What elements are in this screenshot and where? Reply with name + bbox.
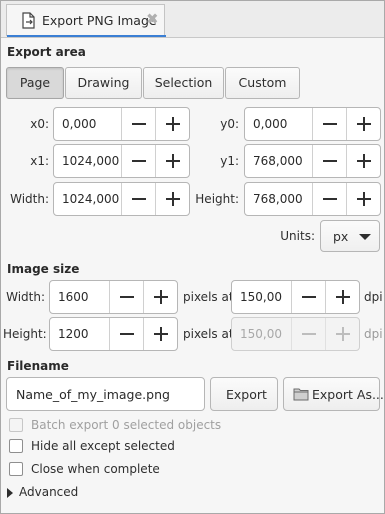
folder-icon	[293, 388, 309, 401]
y1-spinbutton[interactable]: 768,000	[244, 144, 381, 178]
y1-decrement-button[interactable]	[312, 145, 346, 177]
area-height-increment-button[interactable]	[346, 183, 380, 215]
y1-increment-button[interactable]	[346, 145, 380, 177]
y0-decrement-button[interactable]	[312, 108, 346, 140]
tab-export-png[interactable]: Export PNG Image ✖	[6, 4, 166, 37]
area-height-label: Height:	[195, 192, 239, 206]
y0-increment-button[interactable]	[346, 108, 380, 140]
export-area-title: Export area	[7, 45, 86, 59]
area-width-increment-button[interactable]	[155, 183, 189, 215]
image-height-decrement-button[interactable]	[109, 318, 143, 350]
units-label: Units:	[280, 229, 315, 243]
hide-all-checkbox[interactable]	[9, 439, 23, 453]
area-height-spinbutton[interactable]: 768,000	[244, 182, 381, 216]
image-size-title: Image size	[7, 262, 80, 276]
filename-input[interactable]: Name_of_my_image.png	[6, 377, 205, 411]
y1-value: 768,000	[253, 154, 303, 168]
mode-page-button[interactable]: Page	[6, 67, 64, 99]
x1-value: 1024,000	[62, 154, 120, 168]
x1-increment-button[interactable]	[155, 145, 189, 177]
export-as-button-label: Export As...	[312, 387, 384, 402]
image-width-increment-button[interactable]	[143, 281, 177, 313]
image-height-increment-button[interactable]	[143, 318, 177, 350]
x1-spinbutton[interactable]: 1024,000	[53, 144, 190, 178]
close-when-complete-checkbox[interactable]	[9, 462, 23, 476]
batch-export-label: Batch export 0 selected objects	[31, 418, 222, 432]
area-width-label: Width:	[10, 192, 49, 206]
close-icon[interactable]: ✖	[146, 12, 159, 27]
dpi-y-unit-label: dpi	[364, 327, 383, 341]
image-width-value: 1600	[58, 290, 89, 304]
image-width-decrement-button[interactable]	[109, 281, 143, 313]
area-width-value: 1024,000	[62, 192, 120, 206]
dpi-x-unit-label: dpi	[364, 290, 383, 304]
area-width-spinbutton[interactable]: 1024,000	[53, 182, 190, 216]
dpi-y-increment-button	[325, 318, 359, 350]
y0-value: 0,000	[253, 117, 288, 131]
tab-title: Export PNG Image	[42, 13, 157, 28]
advanced-label: Advanced	[19, 485, 79, 499]
x1-decrement-button[interactable]	[121, 145, 155, 177]
active-tab-indicator	[7, 35, 166, 37]
area-width-decrement-button[interactable]	[121, 183, 155, 215]
export-png-dialog: Export PNG Image ✖ Export area Page Draw…	[0, 0, 385, 514]
tab-bar: Export PNG Image ✖	[1, 1, 384, 38]
filename-title: Filename	[7, 359, 69, 373]
chevron-down-icon	[359, 234, 371, 240]
area-height-decrement-button[interactable]	[312, 183, 346, 215]
export-button[interactable]: Export	[210, 377, 278, 411]
image-height-label: Height:	[3, 327, 47, 341]
x0-increment-button[interactable]	[155, 108, 189, 140]
mode-custom-button[interactable]: Custom	[225, 67, 300, 99]
dpi-y-spinbutton: 150,00	[231, 317, 360, 351]
x0-decrement-button[interactable]	[121, 108, 155, 140]
dpi-x-pixels-at-label: pixels at	[183, 290, 234, 304]
dpi-x-increment-button[interactable]	[325, 281, 359, 313]
x0-spinbutton[interactable]: 0,000	[53, 107, 190, 141]
batch-export-checkbox	[9, 418, 23, 432]
dpi-x-value: 150,00	[240, 290, 282, 304]
units-value: px	[333, 229, 349, 244]
x0-label: x0:	[30, 117, 49, 131]
y1-label: y1:	[220, 154, 239, 168]
x1-label: x1:	[30, 154, 49, 168]
units-dropdown[interactable]: px	[320, 220, 380, 252]
dpi-x-decrement-button[interactable]	[291, 281, 325, 313]
mode-selection-button[interactable]: Selection	[143, 67, 224, 99]
hide-all-label[interactable]: Hide all except selected	[31, 439, 175, 453]
area-height-value: 768,000	[253, 192, 303, 206]
dpi-y-value: 150,00	[240, 327, 282, 341]
image-height-value: 1200	[58, 327, 89, 341]
dpi-y-decrement-button	[291, 318, 325, 350]
x0-value: 0,000	[62, 117, 97, 131]
export-as-button[interactable]: Export As...	[283, 377, 384, 411]
dpi-x-spinbutton[interactable]: 150,00	[231, 280, 360, 314]
dpi-y-pixels-at-label: pixels at	[183, 327, 234, 341]
expander-arrow-icon	[7, 488, 13, 498]
export-button-label: Export	[226, 387, 267, 402]
image-width-label: Width:	[6, 290, 45, 304]
close-when-complete-label[interactable]: Close when complete	[31, 462, 160, 476]
mode-drawing-button[interactable]: Drawing	[65, 67, 142, 99]
export-document-icon	[22, 12, 35, 29]
image-height-spinbutton[interactable]: 1200	[49, 317, 178, 351]
image-width-spinbutton[interactable]: 1600	[49, 280, 178, 314]
y0-spinbutton[interactable]: 0,000	[244, 107, 381, 141]
filename-value: Name_of_my_image.png	[16, 387, 170, 402]
y0-label: y0:	[220, 117, 239, 131]
